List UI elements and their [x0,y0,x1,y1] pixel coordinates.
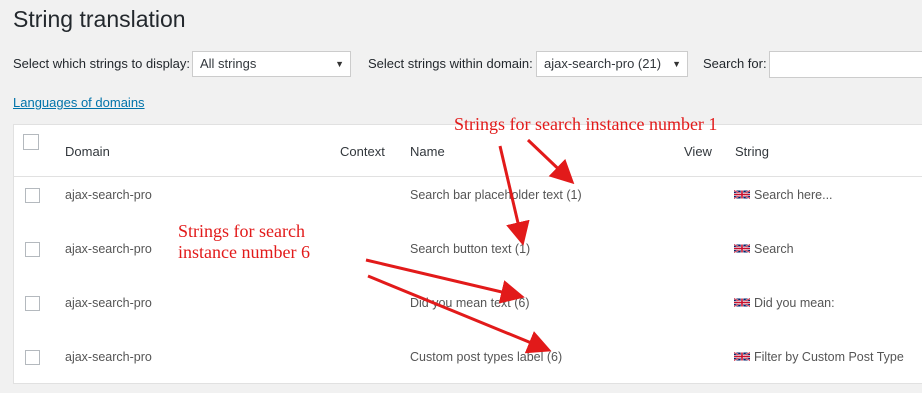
arrow-to-button [498,145,530,246]
arrow-to-placeholder [526,138,575,185]
arrow-to-cpt-label [367,274,552,354]
arrow-to-did-you-mean [365,258,525,304]
annotation-arrows [365,138,575,354]
